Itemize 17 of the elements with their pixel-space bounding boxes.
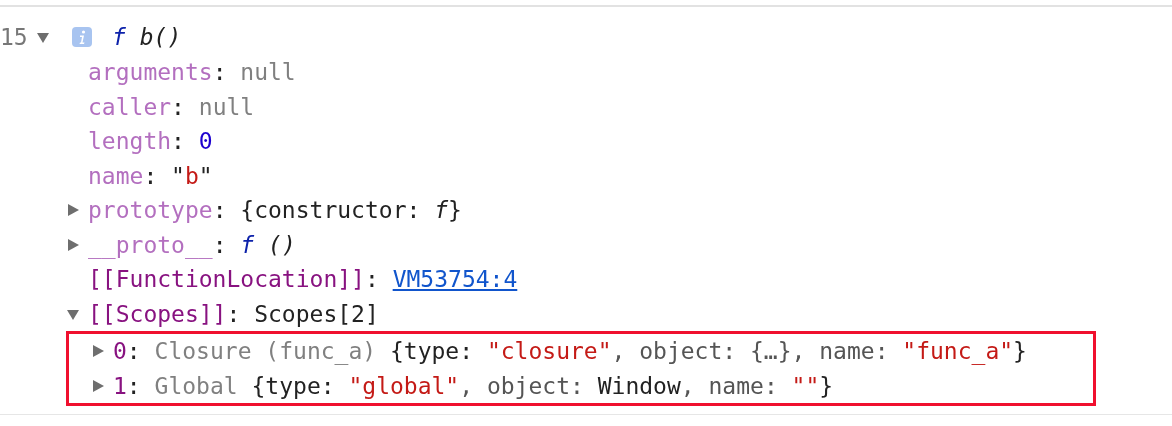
collapse-triangle-icon[interactable] <box>36 30 50 44</box>
console-line: f b() <box>112 24 182 50</box>
property-line: caller: null <box>88 93 255 120</box>
property-line: __proto__: f () <box>88 231 296 258</box>
expand-triangle-icon[interactable] <box>66 203 80 218</box>
expand-triangle-icon[interactable] <box>66 237 80 252</box>
property-line: 1: Global {type: "global", object: Window, name: ""} <box>113 372 834 399</box>
property-line: name: "b" <box>88 162 213 189</box>
property-line: [[Scopes]]: Scopes[2] <box>88 300 379 327</box>
property-line: 0: Closure (func_a) {type: "closure", object: {…}, name: "func_a"} <box>113 338 1027 365</box>
property-line: prototype: {constructor: f} <box>88 197 462 224</box>
repeat-count: 15 <box>0 24 29 50</box>
expand-triangle-icon[interactable] <box>91 378 105 393</box>
property-line: length: 0 <box>88 128 213 155</box>
property-line: arguments: null <box>88 59 296 86</box>
property-line: [[FunctionLocation]]: VM53754:4 <box>88 266 518 293</box>
expand-triangle-icon[interactable] <box>91 344 105 359</box>
